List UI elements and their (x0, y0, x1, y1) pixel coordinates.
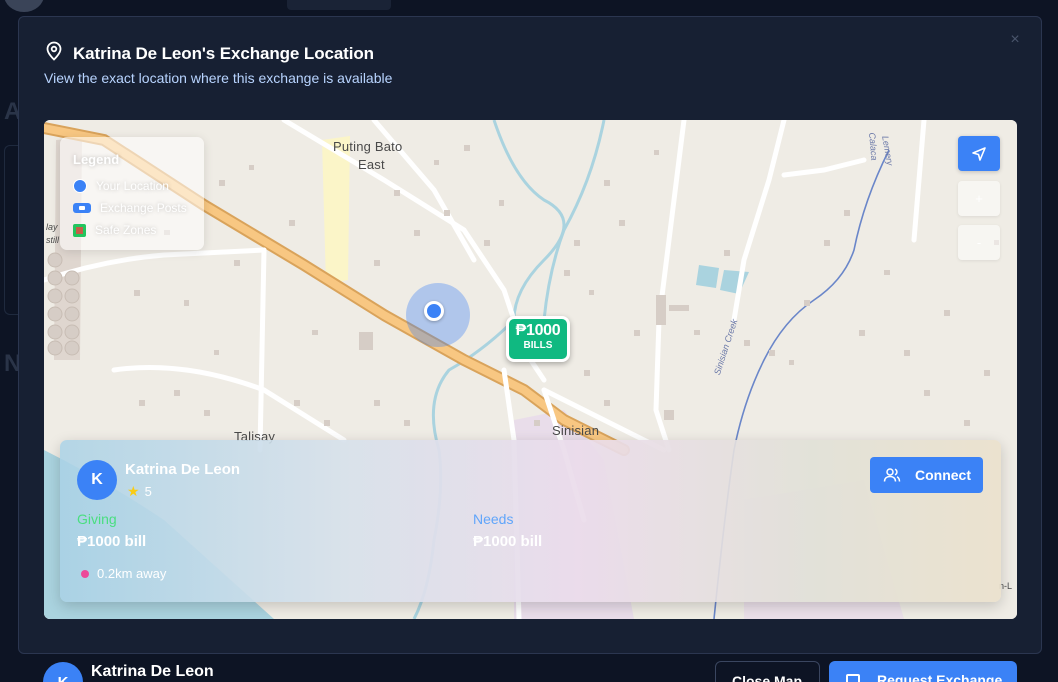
map-pin-icon (45, 41, 63, 66)
connect-label: Connect (915, 467, 971, 483)
exchange-info-card: K Katrina De Leon ★ 5 Connect Giving ₱10… (60, 440, 1001, 602)
close-icon[interactable]: × (1007, 32, 1023, 48)
request-exchange-button[interactable]: Request Exchange (829, 661, 1017, 682)
user-location-marker (424, 301, 444, 321)
location-pin-icon (81, 569, 89, 578)
exchange-icon (846, 674, 860, 682)
background-tab (287, 0, 391, 10)
safe-zone-icon (73, 223, 86, 237)
legend-item-label: Exchange Posts (100, 201, 187, 215)
modal-header: Katrina De Leon's Exchange Location (45, 41, 374, 66)
place-label-sinisian: Sinisian (552, 423, 600, 438)
exchange-post-icon (73, 203, 91, 213)
marker-type: BILLS (523, 340, 553, 351)
connect-button[interactable]: Connect (870, 457, 983, 493)
navigation-arrow-icon (972, 146, 986, 161)
exchange-map[interactable]: Puting Bato East Talisay Sinisian Sinisi… (44, 120, 1017, 619)
background-card (4, 145, 18, 315)
legend-item-label: Safe Zones (95, 223, 157, 237)
location-dot-icon (73, 179, 87, 193)
giving-value: ₱1000 bill (77, 533, 147, 550)
zoom-in-button[interactable]: + (958, 181, 1000, 216)
legend-item-your-location: Your Location (73, 175, 191, 197)
map-legend: Legend Your Location Exchange Posts Safe… (60, 137, 204, 250)
location-modal: Katrina De Leon's Exchange Location View… (18, 16, 1042, 654)
background-avatar (4, 0, 44, 12)
zoom-out-button[interactable]: - (958, 225, 1000, 260)
legend-item-exchange-posts: Exchange Posts (73, 197, 191, 219)
distance-text: 0.2km away (97, 566, 167, 581)
marker-amount: ₱1000 (515, 322, 561, 339)
close-map-button[interactable]: Close Map (715, 661, 820, 682)
legend-item-label: Your Location (96, 179, 169, 193)
footer-trader-name: Katrina De Leon (91, 663, 214, 680)
needs-value: ₱1000 bill (473, 533, 543, 550)
trader-rating: ★ 5 (127, 483, 152, 500)
request-exchange-label: Request Exchange (877, 672, 1003, 682)
footer-avatar: K (43, 662, 83, 682)
place-label-fragment: still (46, 235, 59, 245)
users-icon (883, 468, 901, 482)
distance-info: 0.2km away (81, 566, 166, 581)
giving-label: Giving (77, 511, 117, 527)
place-label-puting-bato: Puting Bato (333, 139, 403, 154)
star-icon: ★ (127, 483, 140, 499)
avatar: K (77, 460, 117, 500)
legend-title: Legend (73, 152, 120, 167)
trader-name: Katrina De Leon (125, 461, 241, 478)
locate-me-button[interactable] (958, 136, 1000, 171)
exchange-post-marker[interactable]: ₱1000 BILLS (506, 316, 570, 362)
needs-label: Needs (473, 511, 514, 527)
modal-title: Katrina De Leon's Exchange Location (73, 43, 374, 63)
place-label-east: East (358, 157, 385, 172)
legend-item-safe-zones: Safe Zones (73, 219, 191, 241)
modal-subtitle: View the exact location where this excha… (44, 70, 393, 86)
rating-value: 5 (144, 484, 152, 499)
place-label-fragment: lay (46, 222, 58, 232)
